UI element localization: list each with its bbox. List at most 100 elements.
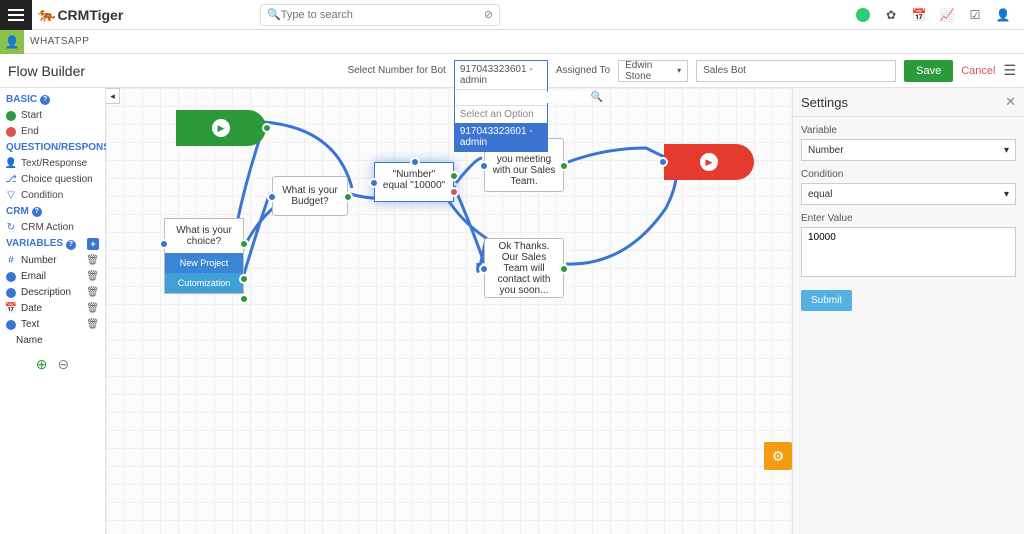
chevron-down-icon: ▾	[1004, 189, 1009, 200]
node-choice[interactable]: What is your choice? New Project Cutomiz…	[164, 218, 244, 294]
port[interactable]	[159, 239, 169, 249]
variable-label: Variable	[801, 125, 1016, 136]
sidebar-item-condition[interactable]: ▽Condition	[6, 190, 99, 201]
module-title: WHATSAPP	[30, 36, 89, 47]
pin-icon	[6, 320, 16, 330]
play-icon: ▶	[212, 119, 230, 137]
sidebar: BASIC ? Start End QUESTION/RESPONSE ? 👤T…	[0, 88, 106, 534]
check-icon[interactable]: ☑	[968, 8, 982, 22]
port[interactable]	[369, 178, 379, 188]
help-icon[interactable]: ?	[40, 95, 50, 105]
assigned-select[interactable]: Edwin Stone▾	[618, 60, 688, 82]
flow-name-input[interactable]: Sales Bot	[696, 60, 896, 82]
settings-fab[interactable]: ⚙	[764, 442, 792, 470]
node-end[interactable]: ▶	[664, 144, 754, 180]
clear-icon[interactable]: ⊘	[484, 8, 493, 21]
port[interactable]	[239, 294, 249, 304]
top-icons: ✿ 📅 📈 ☑ 👤	[856, 8, 1024, 22]
number-icon: #	[6, 256, 16, 266]
collapse-sidebar-button[interactable]: ◂	[106, 88, 120, 104]
port[interactable]	[449, 171, 459, 181]
module-bar: 👤 WHATSAPP	[0, 30, 1024, 54]
user-icon[interactable]: 👤	[996, 8, 1010, 22]
port[interactable]	[559, 161, 569, 171]
brand: 🐅 CRMTiger	[38, 6, 123, 23]
search-input[interactable]	[281, 9, 484, 21]
port[interactable]	[262, 123, 272, 133]
gear-icon: ⚙	[772, 448, 785, 465]
variable-text[interactable]: Text🗑	[6, 319, 99, 330]
sidebar-item-choice[interactable]: ⎇Choice question	[6, 174, 99, 185]
node-budget[interactable]: What is your Budget?	[272, 176, 348, 216]
port[interactable]	[479, 161, 489, 171]
node-label: What is your choice?	[165, 219, 243, 253]
enter-value-input[interactable]	[801, 227, 1016, 277]
refresh-icon: ↻	[6, 223, 16, 233]
menu-button[interactable]	[0, 0, 32, 30]
person-icon: 👤	[6, 159, 16, 169]
port[interactable]	[267, 192, 277, 202]
condition-select[interactable]: equal▾	[801, 183, 1016, 205]
dropdown-placeholder: Select an Option	[455, 106, 547, 123]
trash-icon[interactable]: 🗑	[86, 287, 99, 298]
section-qr[interactable]: QUESTION/RESPONSE ?	[6, 142, 99, 153]
section-basic[interactable]: BASIC ?	[6, 94, 99, 105]
section-crm[interactable]: CRM ?	[6, 206, 99, 217]
global-search[interactable]: 🔍 ⊘	[260, 4, 500, 26]
variable-name[interactable]: Name	[6, 335, 99, 346]
node-contact[interactable]: Ok Thanks. Our Sales Team will contact w…	[484, 238, 564, 298]
close-icon[interactable]: ✕	[1005, 94, 1016, 110]
node-condition[interactable]: "Number" equal "10000"	[374, 162, 454, 202]
port[interactable]	[410, 157, 420, 167]
zoom-out-icon[interactable]: ⊖	[58, 356, 70, 373]
bot-select-dropdown[interactable]: 917043323601 - admin 🔍 Select an Option …	[454, 60, 548, 152]
variable-email[interactable]: Email🗑	[6, 271, 99, 282]
choice-option-1[interactable]: New Project	[165, 253, 243, 273]
variable-date[interactable]: 📅Date🗑	[6, 303, 99, 314]
more-menu-icon[interactable]: ☰	[1003, 62, 1016, 79]
dropdown-search-input[interactable]	[459, 92, 591, 103]
calendar-icon: 📅	[6, 304, 16, 314]
trash-icon[interactable]: 🗑	[86, 303, 99, 314]
pin-icon	[6, 288, 16, 298]
gear-icon[interactable]: ✿	[884, 8, 898, 22]
submit-button[interactable]: Submit	[801, 290, 852, 311]
port[interactable]	[239, 274, 249, 284]
sidebar-item-text[interactable]: 👤Text/Response	[6, 158, 99, 169]
help-icon[interactable]: ?	[66, 240, 76, 250]
filter-icon: ▽	[6, 191, 16, 201]
dropdown-option[interactable]: 917043323601 - admin	[455, 123, 547, 151]
port[interactable]	[449, 187, 459, 197]
flow-canvas[interactable]: ▶ What is your choice? New Project Cutom…	[106, 88, 792, 534]
port[interactable]	[658, 157, 668, 167]
chart-icon[interactable]: 📈	[940, 8, 954, 22]
trash-icon[interactable]: 🗑	[86, 255, 99, 266]
port[interactable]	[479, 264, 489, 274]
variable-number[interactable]: #Number🗑	[6, 255, 99, 266]
variable-select[interactable]: Number▾	[801, 139, 1016, 161]
port[interactable]	[239, 239, 249, 249]
choice-option-2[interactable]: Cutomization	[165, 273, 243, 293]
sidebar-item-crmaction[interactable]: ↻CRM Action	[6, 222, 99, 233]
add-variable-button[interactable]: +	[87, 238, 99, 250]
whatsapp-icon[interactable]	[856, 8, 870, 22]
play-icon: ▶	[700, 153, 718, 171]
port[interactable]	[559, 264, 569, 274]
zoom-in-icon[interactable]: ⊕	[36, 356, 48, 373]
help-icon[interactable]: ?	[32, 207, 42, 217]
sidebar-item-end[interactable]: End	[6, 126, 99, 137]
cancel-button[interactable]: Cancel	[961, 65, 995, 77]
section-variables[interactable]: VARIABLES ? +	[6, 238, 99, 250]
sidebar-item-start[interactable]: Start	[6, 110, 99, 121]
save-button[interactable]: Save	[904, 60, 953, 82]
trash-icon[interactable]: 🗑	[86, 319, 99, 330]
bot-select-label: Select Number for Bot	[347, 65, 445, 76]
trash-icon[interactable]: 🗑	[86, 271, 99, 282]
variable-description[interactable]: Description🗑	[6, 287, 99, 298]
calendar-icon[interactable]: 📅	[912, 8, 926, 22]
port[interactable]	[343, 192, 353, 202]
search-icon: 🔍	[591, 92, 603, 103]
node-start[interactable]: ▶	[176, 110, 266, 146]
settings-title: Settings	[801, 95, 848, 110]
top-bar: 🐅 CRMTiger 🔍 ⊘ ✿ 📅 📈 ☑ 👤	[0, 0, 1024, 30]
